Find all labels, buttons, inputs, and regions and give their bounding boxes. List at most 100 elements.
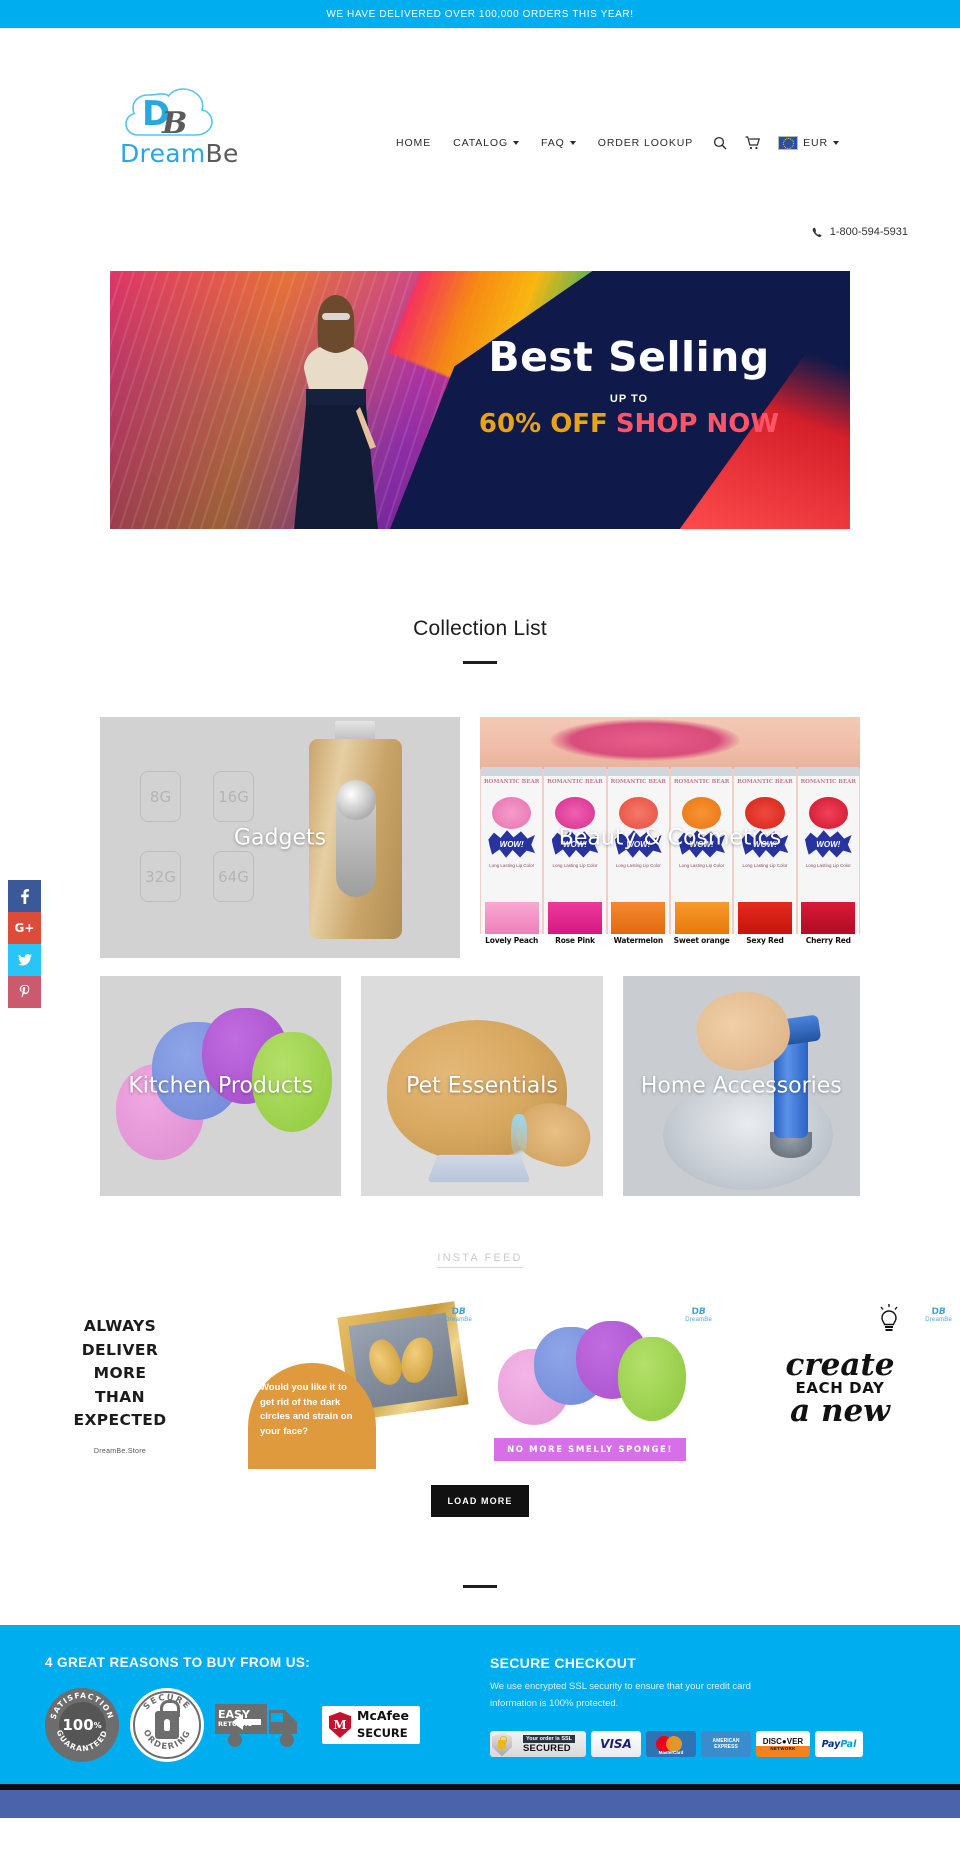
main-navigation: HOME CATALOG FAQ ORDER LOOKUP EUR: [385, 136, 840, 150]
collection-card-kitchen-products[interactable]: Kitchen Products: [100, 976, 342, 1196]
discover-line-1: DISC●VER: [762, 1737, 804, 1747]
collection-row-1: 8G 16G 32G 64G Gadgets ROMANTIC BEAR WOW!…: [100, 717, 860, 958]
lip-tint-tube: ROMANTIC BEAR WOW! Long Lasting Lip Color: [797, 767, 859, 934]
collection-card-beauty-cosmetics[interactable]: ROMANTIC BEAR WOW! Long Lasting Lip Color …: [480, 717, 860, 958]
collection-label: Kitchen Products: [128, 1073, 313, 1099]
nav-item-home[interactable]: HOME: [385, 137, 442, 149]
lip-tint-tube: ROMANTIC BEAR WOW! Long Lasting Lip Color: [544, 767, 606, 934]
nav-item-faq[interactable]: FAQ: [530, 137, 587, 149]
site-header: D B DreamBe HOME CATALOG FAQ ORDER LOOKU…: [0, 28, 960, 238]
collection-card-gadgets[interactable]: 8G 16G 32G 64G Gadgets: [100, 717, 460, 958]
capacity-box: 8G: [140, 771, 181, 822]
ssl-line-1: Your order is SSL: [522, 1734, 576, 1743]
tube-brand: ROMANTIC BEAR: [547, 779, 603, 785]
hero-cta[interactable]: SHOP NOW: [616, 409, 779, 439]
collection-card-pet-essentials[interactable]: Pet Essentials: [361, 976, 603, 1196]
insta-feed-link[interactable]: INSTA FEED: [437, 1252, 523, 1268]
logo-word-part2: Be: [205, 139, 239, 168]
create-line-3: a new: [790, 1393, 890, 1430]
chevron-down-icon: [513, 141, 520, 145]
insta-post-eye-mask[interactable]: Would you like it to get rid of the dark…: [240, 1301, 480, 1469]
lip-tint-tube: ROMANTIC BEAR WOW! Long Lasting Lip Color: [481, 767, 543, 934]
share-twitter-button[interactable]: [8, 944, 41, 976]
watermark-text: DreamBe: [685, 1317, 712, 1323]
hero-title: Best Selling: [488, 333, 770, 381]
shade-name: Lovely Peach: [485, 936, 539, 945]
nav-label: ORDER LOOKUP: [597, 137, 694, 149]
nav-item-catalog[interactable]: CATALOG: [442, 137, 530, 149]
mastercard-badge: MasterCard: [646, 1731, 696, 1758]
insta-quote: ALWAYS DELIVER MORE THAN EXPECTED: [73, 1315, 166, 1433]
usb-knob-art: [336, 780, 376, 820]
logo-word-part1: Dream: [120, 139, 206, 168]
collection-row-2: Kitchen Products Pet Essentials Home Acc…: [100, 976, 860, 1196]
pinterest-icon: [19, 985, 30, 998]
satisfaction-guaranteed-badge: SATISFACTION GUARANTEED 100%: [45, 1688, 119, 1762]
shade-name: Watermelon: [613, 936, 664, 945]
lock-icon: [155, 1700, 180, 1739]
ssl-line-2: SECURED: [522, 1742, 571, 1754]
quote-line: THAN: [94, 1387, 146, 1406]
currency-selector[interactable]: EUR: [770, 136, 840, 150]
quote-line: ALWAYS: [83, 1317, 157, 1336]
discover-line-2: NETWORK: [770, 1746, 796, 1752]
hero-text-block: Best Selling UP TO 60% OFF SHOP NOW: [444, 333, 814, 439]
brand-watermark: DB DreamBe: [445, 1307, 472, 1323]
facebook-icon: [20, 888, 29, 904]
nav-label: FAQ: [541, 137, 565, 149]
quote-line: DELIVER: [81, 1340, 159, 1359]
chevron-down-icon: [833, 141, 840, 145]
collection-card-home-accessories[interactable]: Home Accessories: [622, 976, 860, 1196]
load-more-wrapper: LOAD MORE: [0, 1485, 960, 1517]
phone-link[interactable]: 1-800-594-5931: [812, 226, 908, 238]
share-google-plus-button[interactable]: G+: [8, 912, 41, 944]
share-pinterest-button[interactable]: [8, 976, 41, 1008]
share-facebook-button[interactable]: [8, 880, 41, 912]
load-more-button[interactable]: LOAD MORE: [430, 1485, 530, 1517]
shade-name: Rose Pink: [555, 936, 595, 945]
bottom-divider: [463, 1585, 497, 1588]
collection-label: Home Accessories: [640, 1073, 842, 1099]
tube-brand: ROMANTIC BEAR: [673, 779, 730, 785]
search-icon[interactable]: [704, 136, 736, 150]
lock-shield-icon: [492, 1732, 512, 1757]
footer-secure-checkout-column: SECURE CHECKOUT We use encrypted SSL sec…: [480, 1655, 960, 1762]
capacity-box: 32G: [140, 851, 181, 902]
tube-tagline: Long Lasting Lip Color: [615, 863, 661, 868]
amex-badge: AMERICAN EXPRESS: [701, 1731, 751, 1758]
secure-checkout-heading: SECURE CHECKOUT: [490, 1655, 637, 1671]
hero-banner[interactable]: Best Selling UP TO 60% OFF SHOP NOW: [110, 271, 850, 529]
insta-feed-heading: INSTA FEED: [0, 1252, 960, 1268]
svg-text:GUARANTEED: GUARANTEED: [55, 1729, 110, 1754]
site-footer: 4 GREAT REASONS TO BUY FROM US: SATISFAC…: [0, 1625, 960, 1784]
google-plus-icon: G+: [14, 921, 35, 935]
tube-tagline: Long Lasting Lip Color: [489, 863, 535, 868]
cart-icon[interactable]: [736, 136, 770, 150]
site-logo[interactable]: D B DreamBe: [120, 81, 238, 176]
easy-returns-badge: EASY RETURNS: [215, 1696, 311, 1754]
insta-feed-grid: ALWAYS DELIVER MORE THAN EXPECTED DreamB…: [0, 1301, 960, 1469]
insta-handle: DreamBe.Store: [93, 1447, 147, 1455]
tube-brand: ROMANTIC BEAR: [737, 779, 793, 785]
trust-badges: SATISFACTION GUARANTEED 100% SECURE ORDE…: [45, 1688, 480, 1762]
amex-line-2: EXPRESS: [714, 1744, 738, 1751]
capacity-box: 16G: [213, 771, 254, 822]
announcement-bar: WE HAVE DELIVERED OVER 100,000 ORDERS TH…: [0, 0, 960, 28]
paypal-badge: PayPal: [815, 1731, 863, 1758]
mcafee-text: McAfee SECURE: [357, 1708, 409, 1742]
insta-typography-art: create EACH DAY a new: [742, 1311, 938, 1466]
watermark-text: DreamBe: [925, 1317, 952, 1323]
insta-post-silicone-sponge[interactable]: NO MORE SMELLY SPONGE! DB DreamBe: [480, 1301, 720, 1469]
insta-post-always-deliver[interactable]: ALWAYS DELIVER MORE THAN EXPECTED DreamB…: [0, 1301, 240, 1469]
logo-wordmark: DreamBe: [120, 139, 239, 168]
paypal-part-2: Pal: [840, 1738, 857, 1750]
discover-badge: DISC●VER NETWORK: [756, 1731, 810, 1758]
tube-brand: ROMANTIC BEAR: [800, 779, 856, 785]
currency-code: EUR: [803, 137, 829, 149]
mcafee-secure-badge: M McAfee SECURE: [322, 1706, 420, 1744]
nav-item-order-lookup[interactable]: ORDER LOOKUP: [587, 137, 704, 149]
insta-caption: Would you like it to get rid of the dark…: [260, 1382, 353, 1438]
tube-brand: ROMANTIC BEAR: [610, 779, 667, 785]
insta-post-create-each-day[interactable]: create EACH DAY a new DB DreamBe: [720, 1301, 960, 1469]
collection-label: Gadgets: [233, 824, 327, 850]
